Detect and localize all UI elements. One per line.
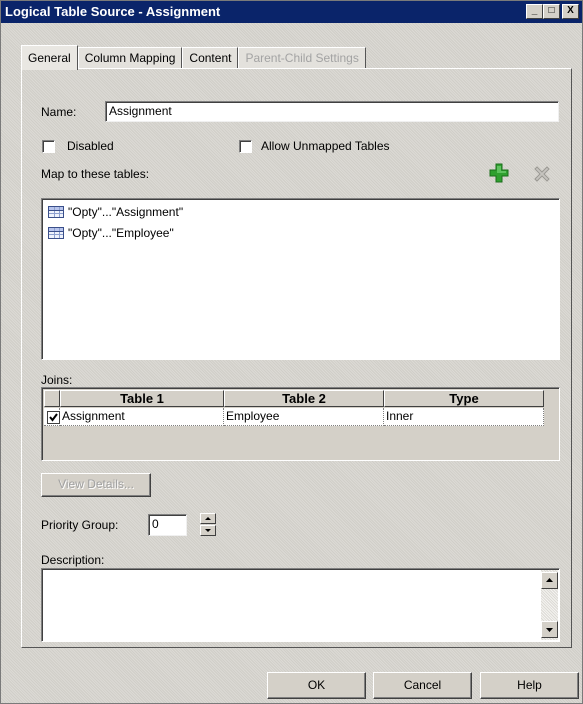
arrow-up-icon — [205, 517, 211, 520]
grid-header-type[interactable]: Type — [384, 390, 544, 407]
list-item[interactable]: "Opty"..."Assignment" — [48, 203, 183, 221]
tab-parent-child-label: Parent-Child Settings — [245, 51, 359, 65]
mapped-table-label: "Opty"..."Employee" — [68, 226, 174, 240]
priority-spin-up-button[interactable] — [200, 513, 216, 524]
map-to-tables-label: Map to these tables: — [41, 167, 150, 181]
name-input-value: Assignment — [109, 104, 172, 118]
grid-cell-table2[interactable]: Employee — [224, 408, 384, 426]
grid-cell-table1[interactable]: Assignment — [60, 408, 224, 426]
green-plus-icon — [489, 163, 509, 183]
scroll-up-icon — [546, 578, 553, 582]
name-label: Name: — [41, 105, 77, 119]
minimize-button[interactable]: _ — [526, 4, 543, 19]
tab-parent-child-settings: Parent-Child Settings — [238, 47, 366, 69]
maximize-icon: □ — [548, 5, 555, 16]
window-controls: _ □ X — [526, 4, 579, 19]
mapped-table-label: "Opty"..."Assignment" — [68, 205, 184, 219]
help-button[interactable]: Help — [480, 672, 579, 699]
table-icon — [48, 206, 64, 218]
ok-button[interactable]: OK — [267, 672, 366, 699]
scroll-down-icon — [546, 628, 553, 632]
description-scrollbar[interactable] — [541, 570, 558, 640]
allow-unmapped-tables-label: Allow Unmapped Tables — [261, 139, 390, 153]
tab-strip: General Column Mapping Content Parent-Ch… — [21, 45, 366, 70]
view-details-button: View Details... — [41, 473, 151, 497]
grid-header-table2[interactable]: Table 2 — [224, 390, 384, 407]
priority-spin-down-button[interactable] — [200, 525, 216, 536]
joins-grid[interactable]: Table 1 Table 2 Type Assignment Employee… — [41, 387, 560, 461]
close-button[interactable]: X — [562, 4, 579, 19]
tab-general[interactable]: General — [21, 45, 78, 70]
minimize-icon: _ — [531, 5, 538, 16]
tab-column-mapping-label: Column Mapping — [84, 51, 176, 65]
priority-group-label: Priority Group: — [41, 518, 119, 532]
description-textarea[interactable] — [41, 568, 560, 642]
window-title: Logical Table Source - Assignment — [5, 4, 221, 19]
table-row[interactable] — [44, 408, 60, 426]
scroll-up-button[interactable] — [541, 572, 558, 589]
cancel-button[interactable]: Cancel — [373, 672, 472, 699]
mapped-tables-list[interactable]: "Opty"..."Assignment" "Opty"..."Employee… — [41, 198, 560, 360]
description-label: Description: — [41, 553, 105, 567]
gray-x-icon — [534, 166, 550, 182]
tab-general-label: General — [28, 51, 71, 65]
disabled-checkbox[interactable] — [42, 140, 55, 153]
tab-column-mapping[interactable]: Column Mapping — [77, 47, 183, 69]
add-table-button[interactable] — [488, 162, 510, 184]
maximize-button[interactable]: □ — [543, 4, 560, 19]
priority-group-value: 0 — [152, 517, 159, 531]
table-icon — [48, 227, 64, 239]
close-icon: X — [567, 5, 574, 16]
remove-table-button[interactable] — [532, 164, 552, 184]
arrow-down-icon — [205, 529, 211, 532]
grid-corner-header — [44, 390, 60, 407]
dialog-window: Logical Table Source - Assignment _ □ X … — [0, 0, 583, 704]
list-item[interactable]: "Opty"..."Employee" — [48, 224, 174, 242]
priority-group-input[interactable]: 0 — [148, 514, 187, 536]
disabled-checkbox-label: Disabled — [67, 139, 114, 153]
grid-cell-type[interactable]: Inner — [384, 408, 544, 426]
joins-label: Joins: — [41, 373, 73, 387]
grid-header-table1[interactable]: Table 1 — [60, 390, 224, 407]
name-input[interactable]: Assignment — [105, 101, 559, 122]
allow-unmapped-tables-checkbox[interactable] — [239, 140, 252, 153]
join-row-checkbox[interactable] — [47, 411, 60, 424]
title-bar: Logical Table Source - Assignment _ □ X — [1, 1, 582, 23]
tab-content[interactable]: Content — [182, 47, 239, 69]
tab-content-label: Content — [189, 51, 232, 65]
scroll-down-button[interactable] — [541, 621, 558, 638]
